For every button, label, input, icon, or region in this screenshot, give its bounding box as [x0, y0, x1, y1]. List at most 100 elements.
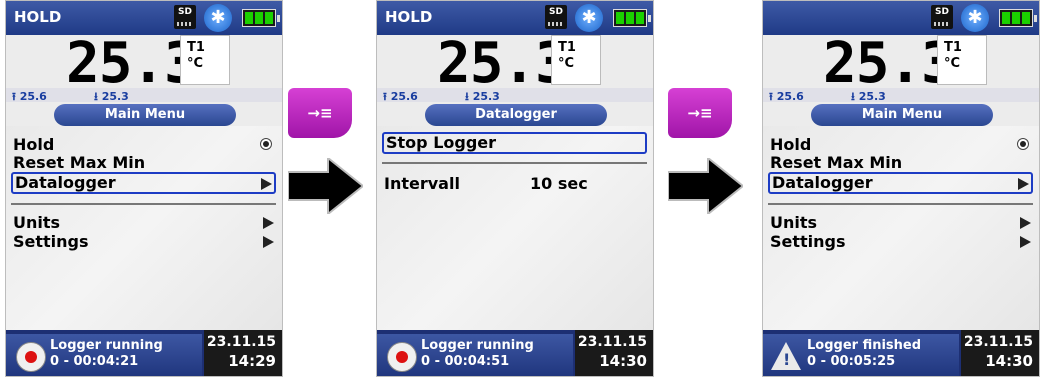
- right-arrow-icon: [288, 158, 363, 214]
- logger-status-bar: Logger running 0 - 00:04:51 23.11.15 14:…: [377, 330, 653, 376]
- interval-label: Intervall: [384, 174, 460, 193]
- hold-label: HOLD: [14, 8, 62, 26]
- datetime-box: 23.11.15 14:30: [575, 330, 653, 376]
- logger-duration: 0 - 00:05:25: [807, 354, 896, 369]
- menu-item-hold[interactable]: Hold: [768, 135, 1033, 155]
- menu-item-label: Hold: [13, 135, 55, 154]
- max-indicator: ⭱ 25.6: [12, 90, 47, 103]
- chevron-right-icon: [263, 217, 274, 229]
- logger-key-icon: →≡: [687, 104, 713, 122]
- chevron-right-icon: [263, 236, 274, 248]
- max-value: 25.6: [776, 90, 804, 103]
- menu-item-reset-max-min[interactable]: Reset Max Min: [768, 153, 1033, 173]
- logger-state: Logger running: [421, 338, 534, 353]
- warning-icon: !: [771, 342, 801, 370]
- channel-label: T1: [187, 40, 205, 55]
- status-top-bar: HOLD SD ✱: [6, 1, 282, 35]
- right-arrow-icon: [668, 158, 743, 214]
- menu-item-hold[interactable]: Hold: [11, 135, 276, 155]
- max-indicator: ⭱ 25.6: [769, 90, 804, 103]
- logger-function-key[interactable]: →≡: [668, 88, 732, 138]
- date-label: 23.11.15: [206, 334, 276, 350]
- datetime-box: 23.11.15 14:29: [204, 330, 282, 376]
- interval-value: 10 sec: [530, 174, 588, 193]
- menu-title: Main Menu: [54, 104, 236, 126]
- menu-item-label: Stop Logger: [386, 133, 497, 152]
- menu-title: Main Menu: [811, 104, 993, 126]
- sd-card-icon: SD: [545, 5, 567, 29]
- time-label: 14:29: [228, 352, 276, 370]
- hold-label: HOLD: [385, 8, 433, 26]
- menu-item-label: Hold: [770, 135, 812, 154]
- logger-status: Logger running 0 - 00:04:51: [377, 334, 573, 376]
- record-icon: [387, 342, 417, 372]
- logger-state: Logger finished: [807, 338, 922, 353]
- menu-item-label: Units: [13, 213, 61, 232]
- logger-status-bar: ! Logger finished 0 - 00:05:25 23.11.15 …: [763, 330, 1039, 376]
- menu-item-stop-logger[interactable]: Stop Logger: [382, 132, 647, 154]
- menu-title: Datalogger: [425, 104, 607, 126]
- menu-item-reset-max-min[interactable]: Reset Max Min: [11, 153, 276, 173]
- menu-item-label: Reset Max Min: [770, 153, 903, 172]
- menu-item-label: Units: [770, 213, 818, 232]
- time-label: 14:30: [599, 352, 647, 370]
- min-value: 25.3: [472, 90, 500, 103]
- separator: [768, 203, 1033, 205]
- menu-item-datalogger[interactable]: Datalogger: [768, 172, 1033, 194]
- menu-item-units[interactable]: Units: [768, 213, 1033, 233]
- unit-label: °C: [558, 56, 575, 71]
- unit-label: °C: [187, 56, 204, 71]
- device-screen-datalogger: HOLD SD ✱ 25.3 T1 °C ⭱ 25.6 ⭳ 25.3 Datal…: [376, 0, 654, 377]
- chevron-right-icon: [261, 178, 272, 190]
- channel-unit-box: T1 °C: [937, 35, 987, 85]
- logger-duration: 0 - 00:04:51: [421, 354, 510, 369]
- menu-item-label: Datalogger: [15, 173, 116, 192]
- chevron-right-icon: [1020, 236, 1031, 248]
- status-top-bar: SD ✱: [763, 1, 1039, 35]
- logger-function-key[interactable]: →≡: [288, 88, 352, 138]
- menu-item-datalogger[interactable]: Datalogger: [11, 172, 276, 194]
- separator: [11, 203, 276, 205]
- chevron-right-icon: [1020, 217, 1031, 229]
- logger-duration: 0 - 00:04:21: [50, 354, 139, 369]
- date-label: 23.11.15: [577, 334, 647, 350]
- bluetooth-icon: ✱: [961, 4, 989, 32]
- record-icon: [16, 342, 46, 372]
- separator: [382, 162, 647, 164]
- min-max-row: ⭱ 25.6 ⭳ 25.3: [6, 88, 282, 103]
- menu-item-units[interactable]: Units: [11, 213, 276, 233]
- chevron-right-icon: [1018, 178, 1029, 190]
- radio-icon: [1017, 138, 1029, 150]
- status-top-bar: HOLD SD ✱: [377, 1, 653, 35]
- datetime-box: 23.11.15 14:30: [961, 330, 1039, 376]
- menu-item-label: Datalogger: [772, 173, 873, 192]
- time-label: 14:30: [985, 352, 1033, 370]
- interval-row[interactable]: Intervall 10 sec: [382, 174, 647, 194]
- logger-key-icon: →≡: [307, 104, 333, 122]
- logger-status-bar: Logger running 0 - 00:04:21 23.11.15 14:…: [6, 330, 282, 376]
- menu-item-label: Settings: [13, 232, 89, 251]
- device-screen-main-menu-1: HOLD SD ✱ 25.3 T1 °C ⭱ 25.6 ⭳ 25.3 Main …: [5, 0, 283, 377]
- bluetooth-icon: ✱: [575, 4, 603, 32]
- menu-item-label: Settings: [770, 232, 846, 251]
- logger-status: Logger running 0 - 00:04:21: [6, 334, 202, 376]
- channel-unit-box: T1 °C: [551, 35, 601, 85]
- min-value: 25.3: [101, 90, 129, 103]
- logger-status: ! Logger finished 0 - 00:05:25: [763, 334, 959, 376]
- battery-icon: [613, 9, 651, 27]
- battery-icon: [242, 9, 280, 27]
- max-value: 25.6: [390, 90, 418, 103]
- menu-item-label: Reset Max Min: [13, 153, 146, 172]
- menu-item-settings[interactable]: Settings: [768, 232, 1033, 252]
- measurement-value: 25.3: [437, 31, 569, 96]
- measurement-value: 25.3: [66, 31, 198, 96]
- min-value: 25.3: [858, 90, 886, 103]
- channel-label: T1: [944, 40, 962, 55]
- battery-icon: [999, 9, 1037, 27]
- sd-card-icon: SD: [174, 5, 196, 29]
- channel-unit-box: T1 °C: [180, 35, 230, 85]
- max-indicator: ⭱ 25.6: [383, 90, 418, 103]
- bluetooth-icon: ✱: [204, 4, 232, 32]
- max-value: 25.6: [19, 90, 47, 103]
- menu-item-settings[interactable]: Settings: [11, 232, 276, 252]
